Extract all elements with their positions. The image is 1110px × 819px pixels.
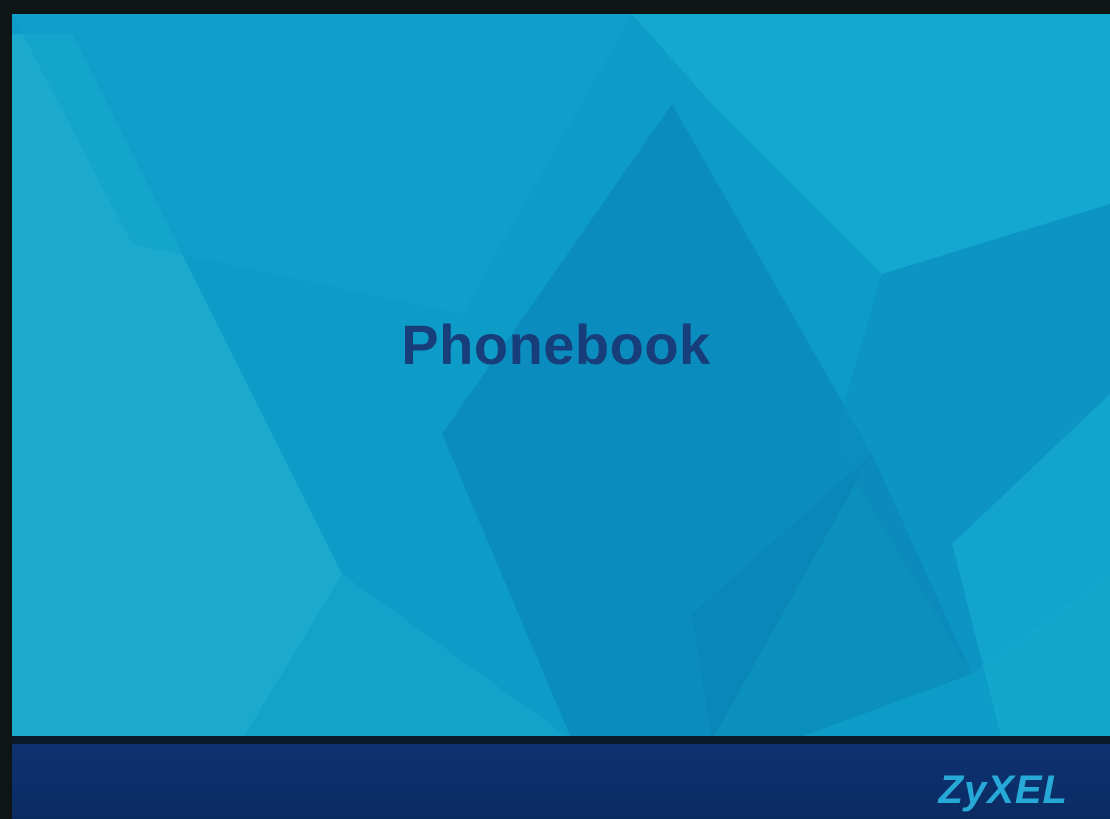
page-title: Phonebook: [401, 313, 711, 376]
footer-divider: [12, 736, 1110, 744]
device-screen: Phonebook ZyXEL: [12, 14, 1110, 819]
background-pattern: [12, 14, 1110, 740]
footer-bar: ZyXEL: [12, 744, 1110, 819]
brand-logo: ZyXEL: [938, 768, 1068, 812]
device-bezel: Phonebook ZyXEL: [0, 0, 1110, 819]
